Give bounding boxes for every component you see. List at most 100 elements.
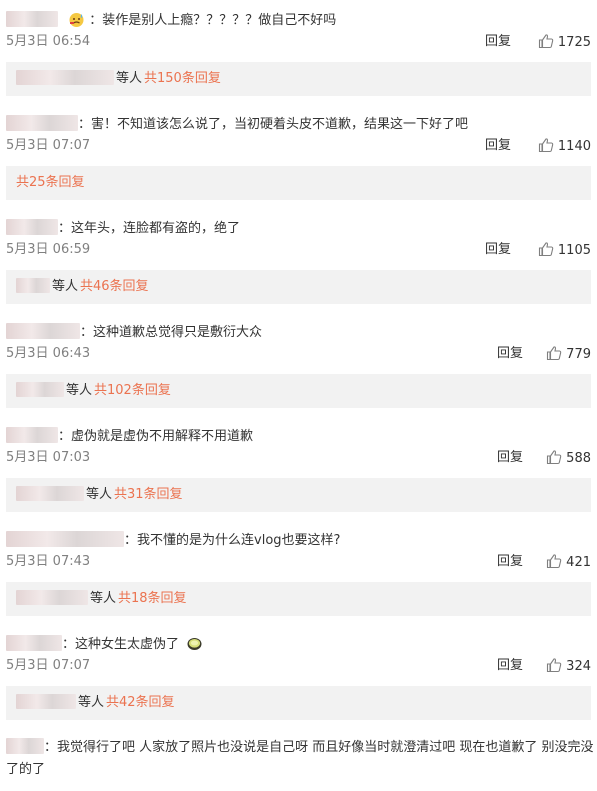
- comment-item: ：这种女生太虚伪了 5月3日 07:07 回复 324 等人 共42条回复: [0, 624, 597, 728]
- like-count: 1725: [557, 35, 591, 50]
- like-count: 779: [566, 347, 591, 362]
- comment-item: ：这年头，连脸都有盗的，绝了 5月3日 06:59 回复 1105 等人 共46条…: [0, 208, 597, 312]
- reply-count-link[interactable]: 共42条回复: [106, 695, 175, 710]
- comment-text: 虚伪就是虚伪不用解释不用道歉: [71, 429, 254, 444]
- reply-button[interactable]: 回复: [497, 345, 523, 363]
- reply-count-link[interactable]: 共150条回复: [144, 71, 221, 86]
- blurred-username[interactable]: [6, 323, 80, 339]
- like-count: 1140: [557, 139, 591, 154]
- comment-time: 5月3日 07:07: [6, 658, 91, 673]
- others-label: 等人: [116, 71, 143, 86]
- comment-item: ：虚伪就是虚伪不用解释不用道歉 5月3日 07:03 回复 588 等人 共31条…: [0, 416, 597, 520]
- view-replies-bar[interactable]: 等人 共18条回复: [6, 582, 591, 616]
- reply-count-link[interactable]: 共25条回复: [16, 175, 85, 190]
- like-button[interactable]: 1725: [538, 33, 591, 51]
- others-label: 等人: [66, 383, 93, 398]
- comment-content: ：这年头，连脸都有盗的，绝了: [6, 219, 591, 237]
- comment-content: ：这种道歉总觉得只是敷衍大众: [6, 323, 591, 341]
- thumbs-up-icon: [538, 33, 554, 49]
- comment-meta: 5月3日 06:59 回复 1105: [6, 241, 591, 259]
- comment-content: ：这种女生太虚伪了: [6, 635, 591, 653]
- comment-meta: 5月3日 07:07 回复 1140: [6, 137, 591, 155]
- blurred-username[interactable]: [6, 219, 58, 235]
- like-count: 324: [566, 659, 591, 674]
- comment-meta: 5月3日 07:03 回复 588: [6, 449, 591, 467]
- comment-time: 5月3日 06:43: [6, 346, 91, 361]
- comment-feed: ：装作是别人上瘾？？？？？做自己不好吗 5月3日 06:54 回复 1725 等…: [0, 0, 597, 791]
- comment-meta: 5月3日 07:07 回复 324: [6, 657, 591, 675]
- reply-button[interactable]: 回复: [485, 241, 511, 259]
- others-label: 等人: [78, 695, 105, 710]
- reply-button[interactable]: 回复: [497, 553, 523, 571]
- like-button[interactable]: 779: [546, 345, 591, 363]
- others-label: 等人: [86, 487, 113, 502]
- comment-meta: 5月3日 06:54 回复 1725: [6, 33, 591, 51]
- view-replies-bar[interactable]: 等人 共42条回复: [6, 686, 591, 720]
- thumbs-up-icon: [538, 241, 554, 257]
- comment-time: 5月3日 06:54: [6, 34, 91, 49]
- comment-time: 5月3日 06:59: [6, 242, 91, 257]
- comment-item: ：我不懂的是为什么连vlog也要这样? 5月3日 07:43 回复 421 等人…: [0, 520, 597, 624]
- others-label: 等人: [90, 591, 117, 606]
- comment-item: ：装作是别人上瘾？？？？？做自己不好吗 5月3日 06:54 回复 1725 等…: [0, 0, 597, 104]
- reply-count-link[interactable]: 共46条回复: [80, 279, 149, 294]
- blurred-username[interactable]: [6, 738, 44, 754]
- blurred-usernames: [16, 278, 50, 293]
- like-count: 588: [566, 451, 591, 466]
- reply-button[interactable]: 回复: [485, 137, 511, 155]
- view-replies-bar[interactable]: 等人 共31条回复: [6, 478, 591, 512]
- others-label: 等人: [52, 279, 79, 294]
- view-replies-bar[interactable]: 等人 共150条回复: [6, 62, 591, 96]
- reply-button[interactable]: 回复: [485, 33, 511, 51]
- blurred-usernames: [16, 694, 76, 709]
- blurred-username[interactable]: [6, 11, 58, 27]
- comment-meta: 5月3日 06:43 回复 779: [6, 345, 591, 363]
- blurred-usernames: [16, 70, 114, 85]
- matcha-cup-emoji-icon: [186, 635, 203, 652]
- reply-button[interactable]: 回复: [497, 449, 523, 467]
- comment-time: 5月3日 07:43: [6, 554, 91, 569]
- blurred-usernames: [16, 382, 64, 397]
- blurred-usernames: [16, 486, 84, 501]
- like-button[interactable]: 324: [546, 657, 591, 675]
- like-count: 421: [566, 555, 591, 570]
- comment-text: 害！不知道该怎么说了，当初硬着头皮不道歉，结果这一下好了吧: [91, 117, 469, 132]
- sweat-face-emoji-icon: [68, 11, 85, 28]
- comment-time: 5月3日 07:07: [6, 138, 91, 153]
- comment-item: ：这种道歉总觉得只是敷衍大众 5月3日 06:43 回复 779 等人 共102条…: [0, 312, 597, 416]
- comment-content: ：虚伪就是虚伪不用解释不用道歉: [6, 427, 591, 445]
- blurred-usernames: [16, 590, 88, 605]
- comment-text: 这种道歉总觉得只是敷衍大众: [93, 325, 263, 340]
- reply-button[interactable]: 回复: [497, 657, 523, 675]
- comment-text: 这年头，连脸都有盗的，绝了: [71, 221, 241, 236]
- comment-content: ：装作是别人上瘾？？？？？做自己不好吗: [6, 11, 591, 29]
- view-replies-bar[interactable]: 等人 共46条回复: [6, 270, 591, 304]
- thumbs-up-icon: [546, 345, 562, 361]
- comment-text: 这种女生太虚伪了: [75, 637, 180, 652]
- thumbs-up-icon: [538, 137, 554, 153]
- blurred-username[interactable]: [6, 531, 124, 547]
- thumbs-up-icon: [546, 657, 562, 673]
- comment-time: 5月3日 07:03: [6, 450, 91, 465]
- comment-meta: 5月3日 07:43 回复 421: [6, 553, 591, 571]
- like-button[interactable]: 421: [546, 553, 591, 571]
- comment-text: 我觉得行了吧 人家放了照片也没说是自己呀 而且好像当时就澄清过吧 现在也道歉了 …: [6, 740, 594, 777]
- reply-count-link[interactable]: 共18条回复: [118, 591, 187, 606]
- reply-count-link[interactable]: 共102条回复: [94, 383, 171, 398]
- thumbs-up-icon: [546, 449, 562, 465]
- blurred-username[interactable]: [6, 427, 58, 443]
- comment-item: ：害！不知道该怎么说了，当初硬着头皮不道歉，结果这一下好了吧 5月3日 07:0…: [0, 104, 597, 208]
- reply-count-link[interactable]: 共31条回复: [114, 487, 183, 502]
- blurred-username[interactable]: [6, 635, 62, 651]
- like-button[interactable]: 1140: [538, 137, 591, 155]
- comment-text: 装作是别人上瘾？？？？？做自己不好吗: [102, 13, 337, 28]
- blurred-username[interactable]: [6, 115, 78, 131]
- view-replies-bar[interactable]: 等人 共102条回复: [6, 374, 591, 408]
- like-button[interactable]: 1105: [538, 241, 591, 259]
- comment-content: ：我不懂的是为什么连vlog也要这样?: [6, 531, 591, 549]
- view-replies-bar[interactable]: 共25条回复: [6, 166, 591, 200]
- like-count: 1105: [557, 243, 591, 258]
- comment-content: ：害！不知道该怎么说了，当初硬着头皮不道歉，结果这一下好了吧: [6, 115, 591, 133]
- like-button[interactable]: 588: [546, 449, 591, 467]
- comment-item: ：我觉得行了吧 人家放了照片也没说是自己呀 而且好像当时就澄清过吧 现在也道歉了…: [6, 738, 594, 777]
